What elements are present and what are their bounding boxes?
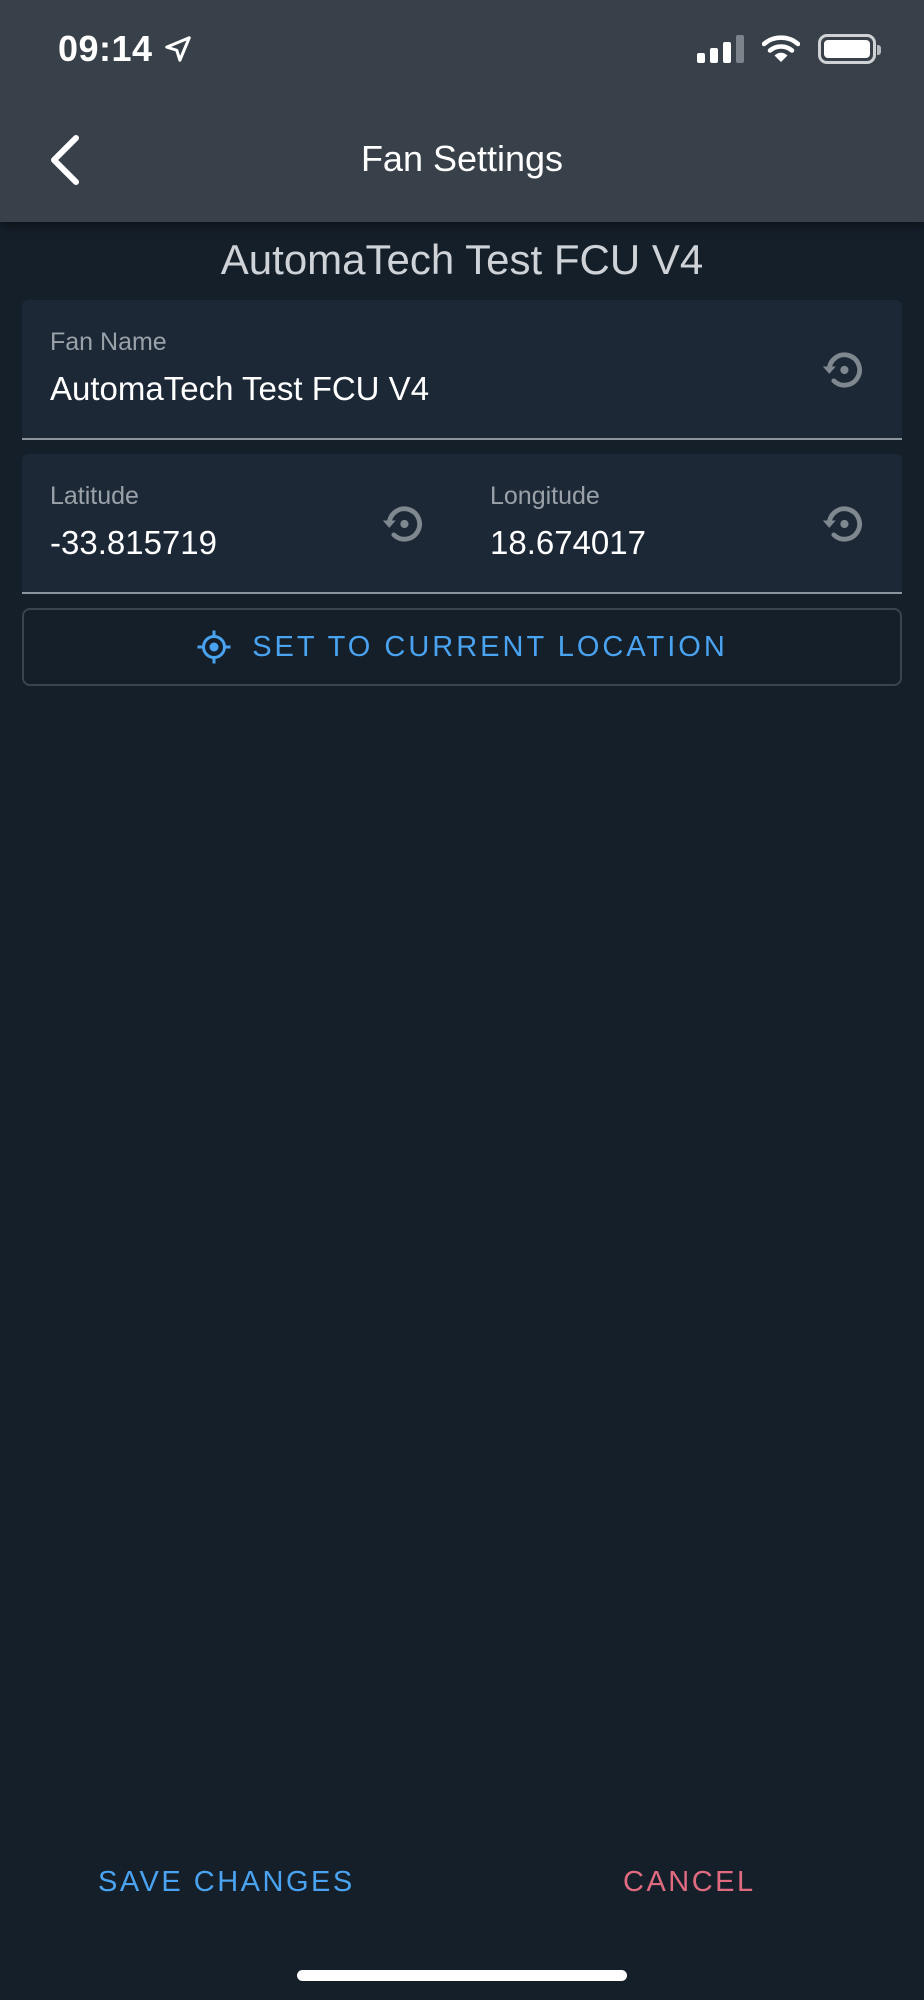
crosshair-icon (197, 630, 231, 664)
cellular-signal-icon (697, 35, 744, 63)
latitude-label: Latitude (50, 482, 139, 510)
fan-name-field[interactable]: Fan Name AutomaTech Test FCU V4 (22, 300, 902, 440)
longitude-label: Longitude (490, 482, 600, 510)
set-current-location-label: SET TO CURRENT LOCATION (252, 630, 728, 663)
coordinates-field: Latitude -33.815719 Longitude 18.674017 (22, 454, 902, 594)
home-indicator[interactable] (297, 1970, 627, 1981)
longitude-field[interactable]: Longitude 18.674017 (462, 454, 902, 594)
cancel-button[interactable]: CANCEL (623, 1866, 756, 1899)
restore-icon[interactable] (818, 344, 870, 396)
location-arrow-icon (164, 36, 191, 62)
restore-icon[interactable] (818, 498, 870, 550)
set-current-location-button[interactable]: SET TO CURRENT LOCATION (22, 608, 902, 686)
latitude-field[interactable]: Latitude -33.815719 (22, 454, 462, 594)
status-icons (697, 34, 881, 64)
longitude-input[interactable]: 18.674017 (490, 524, 646, 562)
battery-icon (818, 34, 881, 64)
save-changes-button[interactable]: SAVE CHANGES (98, 1866, 355, 1899)
device-title: AutomaTech Test FCU V4 (220, 236, 704, 283)
app-header: 09:14 Fan Settings (0, 0, 924, 222)
fan-name-input[interactable]: AutomaTech Test FCU V4 (50, 370, 429, 408)
restore-icon[interactable] (378, 498, 430, 550)
fan-settings-screen: 09:14 Fan Settings AutomaTech Test FCU V… (0, 0, 924, 2000)
fan-name-label: Fan Name (50, 328, 167, 356)
status-time-text: 09:14 (58, 28, 153, 69)
status-time: 09:14 (58, 28, 193, 70)
page-title: Fan Settings (360, 138, 564, 179)
latitude-input[interactable]: -33.815719 (50, 524, 217, 562)
wifi-icon (762, 35, 800, 62)
